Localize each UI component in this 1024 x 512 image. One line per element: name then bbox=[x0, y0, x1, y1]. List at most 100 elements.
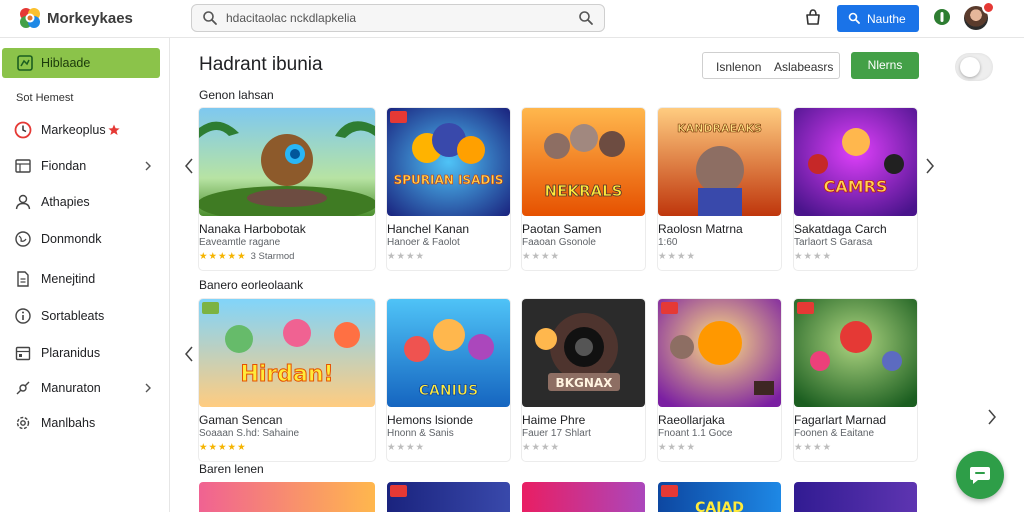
card-title[interactable]: Haime Phre bbox=[522, 413, 585, 427]
settings-icon bbox=[16, 381, 30, 395]
card-title[interactable]: Raolosn Matrna bbox=[658, 222, 743, 236]
game-card[interactable]: CANIUS Hemons lsionde Hnonn & Sanis ★★★★ bbox=[387, 299, 510, 461]
search-bar[interactable]: hdacitaolac nckdlapkelia bbox=[191, 4, 605, 32]
star-rating: ★★★★ bbox=[387, 442, 426, 453]
game-thumbnail[interactable] bbox=[658, 299, 781, 407]
star-rating: ★★★★★ bbox=[199, 442, 247, 453]
brand-name: Morkeykaes bbox=[47, 10, 133, 27]
card-title[interactable]: Nanaka Harbobotak bbox=[199, 222, 306, 236]
game-card[interactable]: BKGNAX Haime Phre Fauer 17 Shlart ★★★★ bbox=[522, 299, 645, 461]
chat-button[interactable] bbox=[956, 451, 1004, 499]
game-thumbnail[interactable] bbox=[387, 482, 510, 512]
game-thumbnail[interactable] bbox=[199, 108, 375, 216]
chevron-right-icon[interactable] bbox=[986, 408, 998, 426]
game-thumbnail-art: KANDRAEAKS bbox=[658, 108, 781, 216]
search-submit-icon[interactable] bbox=[578, 10, 594, 26]
game-thumbnail[interactable] bbox=[794, 299, 917, 407]
game-thumbnail[interactable]: BKGNAX bbox=[522, 299, 645, 407]
star-rating: ★★★★ bbox=[794, 442, 833, 453]
chevron-left-icon[interactable] bbox=[183, 345, 195, 363]
game-card[interactable]: Hirdan! Gaman Sencan Soaaan S.hd: Sahain… bbox=[199, 299, 375, 461]
sidebar-item-donmondk[interactable]: Donmondk bbox=[0, 224, 170, 254]
game-thumbnail[interactable]: CAMRS bbox=[794, 108, 917, 216]
document-icon bbox=[17, 271, 29, 287]
game-thumbnail-art: CAMRS bbox=[794, 108, 917, 216]
chevron-left-icon[interactable] bbox=[183, 157, 195, 175]
header-action-button[interactable]: Nauthe bbox=[837, 5, 919, 32]
game-thumbnail-art bbox=[658, 299, 781, 407]
sidebar-item-sortableats[interactable]: Sortableats bbox=[0, 301, 170, 331]
game-card[interactable]: Nanaka Harbobotak Eaveamtle ragane ★★★★★… bbox=[199, 108, 375, 270]
filter-option-left[interactable]: Isnlenon bbox=[716, 60, 761, 74]
chevron-right-icon bbox=[145, 383, 151, 393]
star-rating: ★★★★ bbox=[658, 442, 697, 453]
card-title[interactable]: Gaman Sencan bbox=[199, 413, 282, 427]
game-card[interactable]: Fagarlart Marnad Foonen & Eaitane ★★★★ bbox=[794, 299, 917, 461]
card-subtitle: Foonen & Eaitane bbox=[794, 428, 875, 439]
gear-icon bbox=[16, 416, 30, 430]
section-title: Banero eorleolaank bbox=[199, 278, 304, 292]
game-thumbnail[interactable] bbox=[522, 482, 645, 512]
section-title: Genon lahsan bbox=[199, 88, 274, 102]
sidebar-item-home[interactable]: Hiblaade bbox=[2, 48, 160, 78]
thumbnail-title-text: SPURIAN ISADIS bbox=[394, 173, 504, 187]
sidebar-item-manuraton[interactable]: Manuraton bbox=[0, 373, 170, 403]
new-badge bbox=[202, 302, 219, 314]
card-title[interactable]: Sakatdaga Carch bbox=[794, 222, 887, 236]
card-subtitle: Faaoan Gsonole bbox=[522, 237, 596, 248]
thumbnail-title-text: CANIUS bbox=[419, 383, 479, 399]
game-thumbnail[interactable] bbox=[794, 482, 917, 512]
game-thumbnail[interactable]: CANIUS bbox=[387, 299, 510, 407]
game-thumbnail[interactable] bbox=[199, 482, 375, 512]
game-thumbnail-art: CANIUS bbox=[387, 299, 510, 407]
thumbnail-title-text: CAMRS bbox=[824, 177, 888, 196]
game-card[interactable]: SPURIAN ISADIS Hanchel Kanan Hanoer & Fa… bbox=[387, 108, 510, 270]
star-rating: ★★★★ bbox=[522, 442, 561, 453]
header-action-label: Nauthe bbox=[867, 12, 906, 26]
game-thumbnail[interactable]: SPURIAN ISADIS bbox=[387, 108, 510, 216]
game-thumbnail-art: Hirdan! bbox=[199, 299, 375, 407]
view-toggle[interactable] bbox=[955, 53, 993, 81]
page-title: Hadrant ibunia bbox=[199, 54, 323, 75]
sidebar-item-menejtind[interactable]: Menejtind bbox=[0, 264, 170, 294]
game-thumbnail-art: SPURIAN ISADIS bbox=[387, 108, 510, 216]
chevron-right-icon bbox=[145, 161, 151, 171]
marketplace-logo-icon[interactable] bbox=[18, 6, 42, 30]
game-thumbnail[interactable]: KANDRAEAKS bbox=[658, 108, 781, 216]
card-title[interactable]: Hemons lsionde bbox=[387, 413, 473, 427]
card-subtitle: Tarlaort S Garasa bbox=[794, 237, 873, 248]
sidebar-item-plaranidus[interactable]: Plaranidus bbox=[0, 338, 170, 368]
primary-action-button[interactable]: Nlerns bbox=[851, 52, 919, 79]
game-card[interactable]: CAMRS Sakatdaga Carch Tarlaort S Garasa … bbox=[794, 108, 917, 270]
shopping-bag-icon[interactable] bbox=[804, 8, 822, 26]
game-card[interactable]: KANDRAEAKS Raolosn Matrna 1:60 ★★★★ bbox=[658, 108, 781, 270]
sidebar-item-label: Menejtind bbox=[41, 272, 96, 286]
sidebar-item-fiondan[interactable]: Fiondan bbox=[0, 151, 170, 181]
chat-bubble-icon bbox=[970, 467, 990, 484]
shield-icon[interactable] bbox=[933, 8, 951, 26]
filter-selector[interactable]: Isnlenon Aslabeasrs bbox=[702, 52, 840, 79]
search-input[interactable]: hdacitaolac nckdlapkelia bbox=[226, 11, 356, 25]
card-title[interactable]: Raeollarjaka bbox=[658, 413, 725, 427]
card-title[interactable]: Paotan Samen bbox=[522, 222, 601, 236]
card-title[interactable]: Hanchel Kanan bbox=[387, 222, 469, 236]
sidebar-item-athapies[interactable]: Athapies bbox=[0, 187, 170, 217]
game-thumbnail-art: BKGNAX bbox=[522, 299, 645, 407]
notification-dot bbox=[982, 1, 995, 14]
search-icon bbox=[203, 11, 217, 25]
sidebar-item-marketplus[interactable]: Markeoplus bbox=[0, 115, 170, 145]
user-icon bbox=[15, 194, 31, 210]
card-subtitle: Fnoant 1.1 Goce bbox=[658, 428, 733, 439]
star-rating: ★★★★ bbox=[658, 251, 697, 262]
card-title[interactable]: Fagarlart Marnad bbox=[794, 413, 886, 427]
game-card[interactable]: NEKRALS Paotan Samen Faaoan Gsonole ★★★★ bbox=[522, 108, 645, 270]
game-thumbnail[interactable]: NEKRALS bbox=[522, 108, 645, 216]
game-thumbnail[interactable]: CAIAD bbox=[658, 482, 781, 512]
game-card[interactable]: Raeollarjaka Fnoant 1.1 Goce ★★★★ bbox=[658, 299, 781, 461]
calendar-icon bbox=[15, 346, 31, 361]
filter-option-right[interactable]: Aslabeasrs bbox=[774, 60, 833, 74]
game-thumbnail[interactable]: Hirdan! bbox=[199, 299, 375, 407]
chevron-right-icon[interactable] bbox=[924, 157, 936, 175]
sidebar-item-manlbahs[interactable]: Manlbahs bbox=[0, 408, 170, 438]
toggle-knob bbox=[960, 57, 980, 77]
